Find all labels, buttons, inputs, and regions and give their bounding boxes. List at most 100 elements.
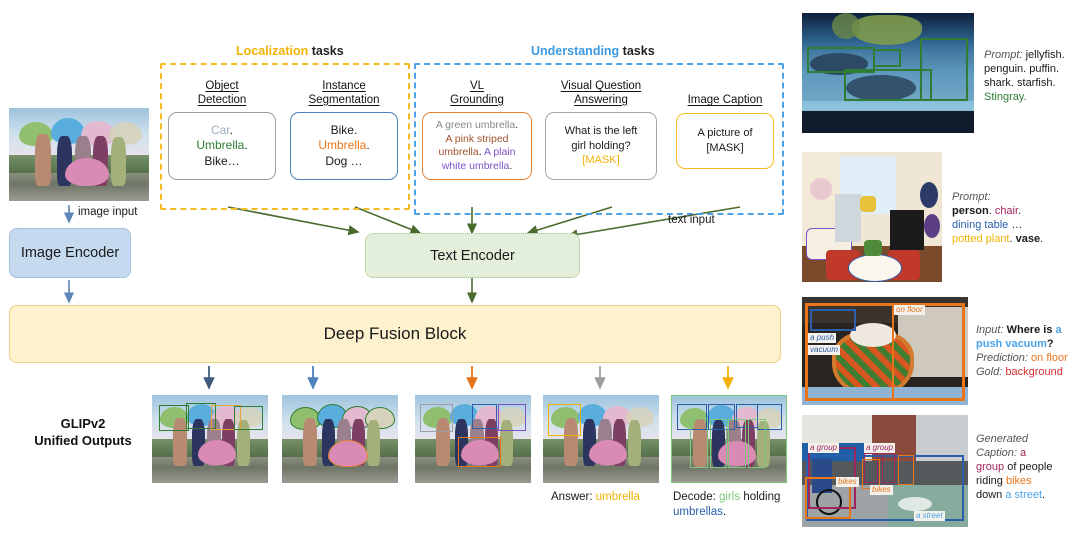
is-l2b: .: [366, 138, 370, 153]
image-tag-a-street: a street: [914, 511, 945, 521]
p2-l2d: .: [1018, 205, 1022, 217]
answer-value: umbrella: [595, 491, 640, 503]
task-head-vqa: Visual Question Answering: [560, 80, 642, 106]
task-card-object-detection[interactable]: Car. Umbrella. Bike…: [168, 112, 276, 180]
task-vl-grounding[interactable]: VL Grounding A green umbrella. A pink st…: [422, 80, 532, 180]
p2-l3a: dining table: [952, 219, 1009, 231]
task-card-image-caption[interactable]: A picture of [MASK]: [676, 112, 774, 169]
p3-l4b: background: [1002, 366, 1063, 378]
p3-l1c: a: [1055, 324, 1062, 336]
decode-prefix: Decode: [673, 491, 713, 503]
p2-l2c: chair: [994, 205, 1019, 217]
vqa-l1: What is the left: [564, 125, 638, 138]
output-image-vqa: [543, 395, 659, 483]
is-l2a: Umbrella: [318, 138, 367, 153]
p3-l4a: Gold:: [976, 366, 1003, 378]
p1-l1-label: Prompt:: [984, 49, 1023, 61]
glip-line1: GLIPv2: [60, 416, 106, 431]
right-photo-cat-basket: on floor a push vacuum: [802, 297, 968, 405]
p4-l3b: of people: [1004, 461, 1053, 473]
od-l2b: .: [244, 138, 248, 153]
right-caption-bikes-street: Generated Caption: a group of people rid…: [976, 432, 1080, 502]
vqa-answer-caption: Answer: umbrella: [551, 490, 640, 505]
task-object-detection[interactable]: Object Detection Car. Umbrella. Bike…: [168, 80, 276, 180]
is-l3a: Dog …: [325, 153, 363, 168]
vqa-l2: girl holding?: [571, 139, 631, 152]
understanding-accent: Understanding: [531, 44, 620, 58]
decode-girls: girls: [719, 491, 741, 503]
p1-l1-val: jellyfish.: [1022, 49, 1065, 61]
vqa-l3: [MASK]: [582, 154, 620, 167]
ic-l2: [MASK]: [706, 141, 744, 154]
right-caption-push-vacuum: Input: Where is a push vacuum? Predictio…: [976, 323, 1080, 379]
deep-fusion-block[interactable]: Deep Fusion Block: [9, 305, 781, 363]
p4-l4a: riding: [976, 475, 1006, 487]
task-card-instance-segmentation[interactable]: Bike. Umbrella. Dog …: [290, 112, 398, 180]
od-l1a: Car: [210, 122, 230, 137]
task-image-caption[interactable]: Image Caption A picture of [MASK]: [676, 80, 774, 169]
is-l1b: .: [353, 122, 358, 137]
vl-l4a: white umbrella: [441, 159, 510, 172]
task-card-vqa[interactable]: What is the left girl holding? [MASK]: [545, 112, 657, 180]
task-head-instance-segmentation: Instance Segmentation: [308, 80, 380, 106]
image-tag-on-floor: on floor: [894, 305, 925, 315]
glipv2-outputs-label: GLIPv2 Unified Outputs: [24, 415, 142, 449]
task-head-vl-grounding: VL Grounding: [450, 80, 504, 106]
image-tag-bikes-1: bikes: [836, 477, 859, 487]
right-photo-bikes-street: a group a group bikes bikes a street: [802, 415, 968, 527]
p2-l2a: person: [952, 205, 989, 217]
is-l1a: Bike: [330, 122, 354, 137]
od-l3a: Bike…: [204, 153, 240, 168]
output-image-caption: [671, 395, 787, 483]
decode-mid: holding: [740, 491, 781, 503]
p4-l5c: .: [1042, 489, 1046, 501]
input-image-girls-umbrellas: [9, 108, 149, 201]
task-visual-question-answering[interactable]: Visual Question Answering What is the le…: [545, 80, 657, 180]
image-encoder-block[interactable]: Image Encoder: [9, 228, 131, 278]
task-head-object-detection: Object Detection: [197, 80, 247, 106]
vl-l1a: A green umbrella: [435, 119, 516, 131]
p3-l3b: on floor: [1027, 352, 1068, 364]
image-tag-a-group-1: a group: [808, 443, 840, 453]
p2-l3b: …: [1008, 219, 1023, 231]
p2-l1: Prompt:: [952, 191, 991, 203]
vl-l2a: A pink striped: [445, 132, 509, 145]
vl-l1b: .: [515, 119, 519, 131]
understanding-rest: tasks: [619, 44, 655, 58]
localization-accent: Localization: [236, 44, 309, 58]
text-input-label: text input: [668, 214, 715, 226]
p3-l1a: Input:: [976, 324, 1004, 336]
right-photo-living-room: [802, 152, 942, 282]
vl-l3c: A plain: [484, 146, 516, 158]
answer-prefix: Answer:: [551, 491, 596, 503]
p1-l3: shark. starfish.: [984, 77, 1056, 89]
understanding-group-title: Understanding tasks: [531, 44, 655, 58]
p1-l4: Stingray.: [984, 91, 1027, 103]
ic-l1: A picture of: [697, 127, 753, 139]
p4-l3a: group: [976, 461, 1005, 473]
task-card-vl-grounding[interactable]: A green umbrella. A pink striped umbrell…: [422, 112, 532, 180]
p4-l1: Generated: [976, 433, 1028, 445]
image-tag-vacuum: vacuum: [808, 345, 841, 355]
output-image-segmentation: [282, 395, 398, 483]
text-encoder-label: Text Encoder: [430, 247, 515, 264]
p4-l5a: down: [976, 489, 1006, 501]
image-input-label: image input: [78, 206, 138, 218]
od-l2a: Umbrella: [196, 138, 245, 153]
caption-decode-caption: Decode: girls holding umbrellas.: [673, 490, 793, 520]
p4-l2b: a: [1016, 447, 1027, 459]
p3-l2a: push vacuum: [976, 338, 1047, 350]
right-caption-stingray: Prompt: jellyfish. penguin. puffin. shar…: [984, 48, 1078, 104]
p3-l2b: ?: [1046, 338, 1054, 350]
p1-l2: penguin. puffin.: [984, 63, 1060, 75]
p2-l4d: .: [1040, 233, 1044, 245]
localization-rest: tasks: [308, 44, 344, 58]
task-head-image-caption: Image Caption: [687, 94, 763, 106]
task-instance-segmentation[interactable]: Instance Segmentation Bike. Umbrella. Do…: [290, 80, 398, 180]
p4-l2a: Caption:: [976, 447, 1017, 459]
od-l1b: .: [229, 122, 233, 137]
image-tag-a-group-2: a group: [864, 443, 896, 453]
output-image-detection: [152, 395, 268, 483]
p4-l4b: bikes: [1005, 475, 1032, 487]
text-encoder-block[interactable]: Text Encoder: [365, 233, 580, 278]
